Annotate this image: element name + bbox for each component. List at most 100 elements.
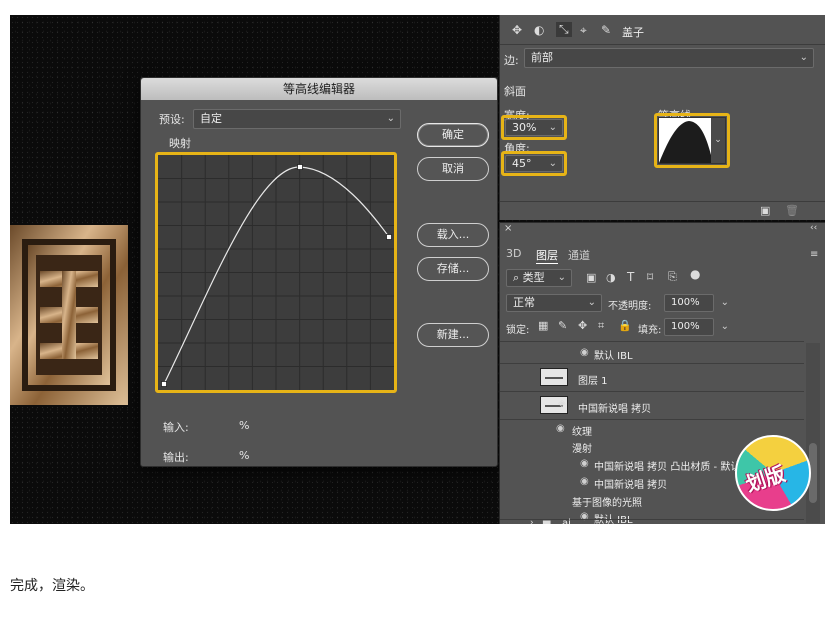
mesh-icon[interactable]: ✥ [512,23,522,37]
eye-icon[interactable]: ◉ [556,423,565,434]
deform-icon[interactable]: ◐ [534,23,544,37]
fill-label: 填充: [638,325,662,336]
list-item[interactable]: ◉ 默认 IBL [500,341,804,363]
lock-transparent-icon[interactable]: ▦ [538,319,548,332]
load-button[interactable]: 载入... [417,223,489,247]
smart-object-filter-icon[interactable]: ⎘ [668,270,677,284]
filter-select[interactable]: ⌕ 类型 ⌄ [506,269,572,287]
badge-text: 划版 [742,461,789,497]
eye-icon[interactable]: ◉ [580,458,589,469]
mapping-label: 映射 [169,137,191,150]
screenshot: 等高线编辑器 预设: 自定 ⌄ 映射 输入: % 输出: % 确定 取消 载入.… [10,15,825,524]
angle-value: 45° [512,157,532,170]
tab-channels[interactable]: 通道 [568,247,590,263]
eye-icon[interactable]: ◉ [580,347,589,358]
cancel-button[interactable]: 取消 [417,157,489,181]
preset-label: 预设: [159,113,185,126]
curve-grid [158,155,394,390]
panel-menu-icon[interactable]: ≡ [810,249,818,260]
contour-curve-graph[interactable] [155,152,397,393]
opacity-label: 不透明度: [608,301,652,312]
opacity-value: 100% [671,297,700,308]
chevron-down-icon: ⌄ [548,158,557,169]
render-icon[interactable]: ▣ [760,204,770,217]
chevron-down-icon: ⌄ [587,297,596,308]
lock-all-icon[interactable]: 🔒 [618,319,632,332]
filter-toggle-icon[interactable]: ● [690,267,700,281]
chevron-down-icon: ⌄ [720,321,729,332]
preset-value: 自定 [200,112,222,125]
curve-point [386,234,392,240]
3d-cube-icon: ◈ [558,398,566,409]
chevron-down-icon: ⌄ [557,272,566,283]
fill-value: 100% [671,321,700,332]
lock-label: 锁定: [506,325,530,336]
contour-picker[interactable]: ⌄ [658,117,726,164]
folder-name: ai [562,518,571,524]
folder-row[interactable]: › ▬ ai [500,517,804,524]
shape-filter-icon[interactable]: ⌑ [647,270,653,284]
close-icon[interactable]: × [504,223,512,234]
cap-icon[interactable]: ⤡ [556,22,572,37]
properties-footer: ▣ 🗑 [500,201,825,219]
dialog-title: 等高线编辑器 [141,78,497,100]
edge-select[interactable]: 前部 ⌄ [524,48,814,68]
layer-thumbnail [540,368,568,386]
list-item-label: 基于图像的光照 [572,498,642,509]
input-label: 输入: [163,421,189,434]
output-unit: % [239,449,250,462]
ok-button[interactable]: 确定 [417,123,489,147]
folder-icon: ▬ [542,517,552,524]
filter-value: 类型 [522,271,545,284]
image-filter-icon[interactable]: ▣ [586,271,596,284]
lock-paint-icon[interactable]: ✎ [558,319,567,332]
curve-point [161,381,167,387]
angle-select[interactable]: 45° ⌄ [505,155,563,172]
contour-preview [659,121,713,163]
fill-field[interactable]: 100% ⌄ [664,318,729,336]
watermark-badge: 划版 [735,435,811,511]
list-item-label: 中国新说唱 拷贝 [594,480,668,491]
new-button[interactable]: 新建... [417,323,489,347]
brush-icon[interactable]: ✎ [601,23,611,37]
list-item-label: 默认 IBL [594,351,633,362]
list-item-label: 漫射 [572,444,592,455]
width-value: 30% [512,121,537,134]
collapse-icon[interactable]: ‹‹ [810,223,817,233]
caption-text: 完成，渲染。 [10,578,94,594]
chevron-right-icon[interactable]: › [530,518,534,524]
scrollbar[interactable] [806,343,820,523]
adjustment-filter-icon[interactable]: ◑ [606,271,616,284]
output-label: 输出: [163,451,189,464]
layer-row[interactable]: ◈ 中国新说唱 拷贝 ⌃ [500,391,814,419]
curve-point [297,164,303,170]
text-filter-icon[interactable]: T [627,270,634,284]
chevron-down-icon[interactable]: ⌄ [711,118,725,163]
layer-name: 图层 1 [578,376,608,387]
layer-name: 中国新说唱 拷贝 [578,404,652,415]
edge-value: 前部 [531,51,553,64]
width-select[interactable]: 30% ⌄ [505,119,563,136]
blend-mode-select[interactable]: 正常 ⌄ [506,294,602,312]
eye-icon[interactable]: ◉ [580,476,589,487]
tab-3d[interactable]: 3D [506,247,521,260]
panel-title: 盖子 [622,26,644,39]
layer-row[interactable]: 图层 1 [500,363,804,391]
list-item-label: 纹理 [572,427,592,438]
save-button[interactable]: 存储... [417,257,489,281]
blend-mode-value: 正常 [513,296,535,309]
opacity-field[interactable]: 100% ⌄ [664,294,729,312]
lock-position-icon[interactable]: ✥ [578,319,587,332]
list-item[interactable]: ◉ 纹理 [500,419,804,438]
preset-select[interactable]: 自定 ⌄ [193,109,401,129]
edge-label: 边: [504,54,519,67]
coordinates-icon[interactable]: ⌖ [580,23,587,38]
tab-layers[interactable]: 图层 [536,247,558,264]
trash-icon[interactable]: 🗑 [785,204,799,217]
input-unit: % [239,419,250,432]
properties-toolbar: ✥ ◐ ⤡ ⌖ ✎ 盖子 [500,15,825,45]
lock-artboard-icon[interactable]: ⌗ [598,319,604,333]
list-item-label: 中国新说唱 拷贝 凸出材质 - 默认 [594,462,741,473]
chevron-down-icon: ⌄ [799,52,808,63]
chevron-down-icon: ⌄ [548,122,557,133]
